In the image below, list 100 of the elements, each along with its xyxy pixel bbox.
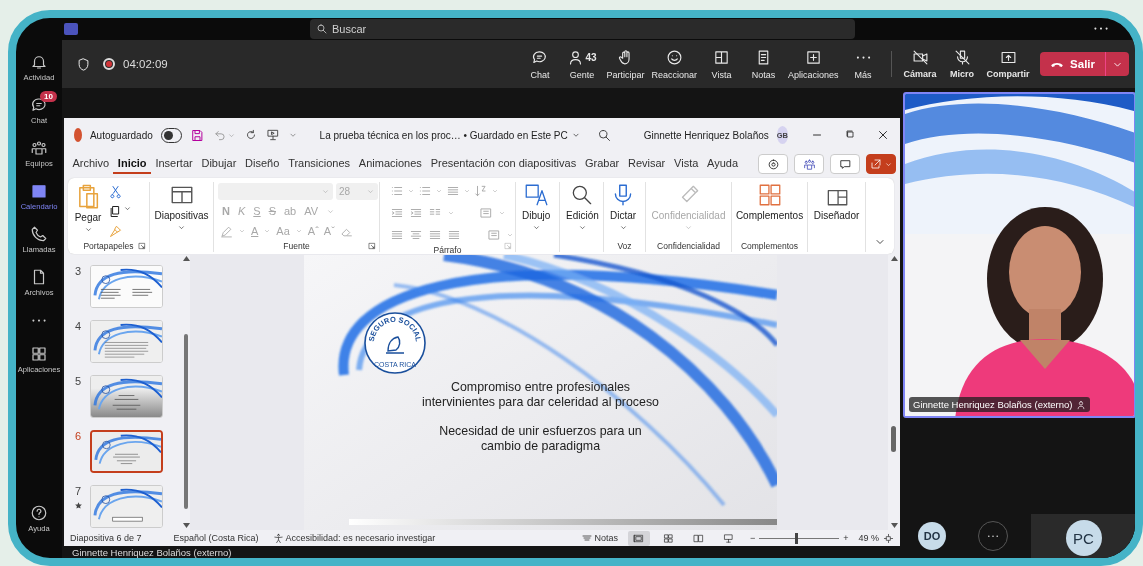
participant-avatar[interactable]: DO: [918, 522, 946, 550]
user-name: Ginnette Henriquez Bolaños: [643, 129, 769, 141]
notes-button[interactable]: Notas: [581, 532, 618, 544]
accessibility-status[interactable]: Accesibilidad: es necesario investigar: [285, 533, 436, 543]
caret-icon: [435, 187, 443, 195]
present-icon[interactable]: [265, 128, 280, 142]
designer-button[interactable]: Diseñador: [812, 182, 861, 221]
increase-indent-icon: [409, 206, 423, 220]
comments-button[interactable]: [830, 154, 860, 174]
group-label: Párrafo: [433, 244, 462, 256]
activity-icon: [30, 53, 48, 71]
ribbon-tab[interactable]: Revisar: [623, 154, 670, 174]
caret-icon: [531, 223, 541, 232]
more-button[interactable]: Más: [843, 48, 884, 80]
group-label: Voz: [617, 240, 632, 252]
ribbon-tab[interactable]: Grabar: [580, 154, 624, 174]
zoom-in-button[interactable]: +: [843, 533, 849, 543]
add-ins-button[interactable]: Complementos: [736, 182, 803, 221]
camera-button[interactable]: Cámara: [900, 49, 941, 79]
normal-view-icon: [633, 532, 645, 544]
participant-tile[interactable]: PC: [1031, 514, 1135, 558]
meeting-button[interactable]: [794, 154, 824, 174]
drawing-button[interactable]: Dibujo: [520, 182, 553, 232]
ribbon-tab[interactable]: Inicio: [113, 154, 151, 174]
participant-avatar: PC: [1065, 520, 1102, 556]
slide-sorter-icon: [663, 532, 675, 544]
slide-counter: Diapositiva 6 de 7: [70, 533, 142, 543]
record-button[interactable]: [758, 154, 788, 174]
chat-button[interactable]: Chat: [519, 48, 560, 80]
zoom-slider-thumb[interactable]: [795, 532, 799, 544]
caret-icon: [491, 187, 499, 195]
scroll-down-icon[interactable]: [182, 523, 190, 528]
ribbon-tab[interactable]: Insertar: [151, 154, 198, 174]
react-button[interactable]: Reaccionar: [649, 48, 700, 80]
justify-icon: [447, 228, 461, 242]
language-label[interactable]: Español (Costa Rica): [173, 533, 259, 543]
fit-slide-icon[interactable]: [883, 532, 894, 544]
ribbon-tab[interactable]: Animaciones: [354, 154, 427, 174]
view-button[interactable]: Vista: [701, 48, 742, 80]
editing-button[interactable]: Edición: [564, 182, 601, 232]
help-icon: [30, 504, 48, 522]
more-icon[interactable]: [1093, 27, 1109, 31]
scissors-icon[interactable]: [108, 184, 123, 199]
app-logo-icon: [64, 23, 78, 35]
decrease-indent-icon: [390, 206, 404, 220]
caret-icon: [177, 223, 186, 232]
zoom-out-button[interactable]: −: [749, 533, 756, 543]
ribbon-tab[interactable]: Vista: [669, 154, 703, 174]
ribbon-tab[interactable]: Ayuda: [702, 154, 743, 174]
line-spacing-icon: [446, 184, 460, 198]
scroll-up-icon[interactable]: [890, 256, 898, 261]
zoom-level[interactable]: 49 %: [858, 533, 879, 543]
share-button[interactable]: [866, 154, 896, 174]
scroll-down-icon[interactable]: [890, 523, 898, 528]
ribbon-tab[interactable]: Diseño: [240, 154, 284, 174]
slides-button[interactable]: Diapositivas: [152, 182, 211, 232]
close-icon[interactable]: [876, 128, 890, 142]
ribbon-tab[interactable]: Dibujar: [197, 154, 241, 174]
caret-icon: [263, 227, 272, 235]
caret-icon: [407, 187, 415, 195]
meeting-timer: 04:02:09: [123, 58, 168, 70]
ribbon-tab[interactable]: Archivo: [68, 154, 114, 174]
restore-icon[interactable]: [844, 128, 856, 140]
calendar-icon: [30, 182, 48, 200]
leave-button[interactable]: Salir: [1040, 52, 1129, 76]
more-icon[interactable]: [31, 319, 47, 323]
people-button[interactable]: 43 Gente: [561, 48, 602, 80]
comment-icon: [838, 157, 852, 171]
launcher-icon[interactable]: [368, 242, 376, 250]
accessibility-icon: [272, 532, 284, 544]
search-field[interactable]: Buscar: [310, 19, 855, 39]
slide-thumbnail[interactable]: [90, 430, 163, 473]
apps-button[interactable]: Aplicaciones: [785, 48, 842, 80]
share-button[interactable]: Compartir: [984, 49, 1033, 79]
search-icon[interactable]: [596, 127, 612, 143]
raise-hand-button[interactable]: Participar: [603, 48, 647, 80]
dictate-button[interactable]: Dictar: [608, 182, 639, 232]
paste-button[interactable]: Pegar: [72, 182, 104, 234]
normal-view-button[interactable]: [627, 530, 650, 546]
shield-icon: [76, 56, 91, 72]
scrollbar-thumb[interactable]: [184, 334, 188, 509]
smile-icon: [665, 49, 683, 66]
ribbon-tab[interactable]: Presentación con diapositivas: [426, 154, 581, 174]
scrollbar-thumb[interactable]: [891, 426, 896, 452]
slide-number: 4: [74, 320, 82, 332]
save-icon[interactable]: [189, 127, 205, 143]
ribbon-tab[interactable]: Transiciones: [283, 154, 355, 174]
caret-icon: [506, 231, 514, 239]
bullets-icon: [390, 184, 404, 198]
participant-name: Ginnette Henriquez Bolaños (externo): [72, 547, 232, 558]
mic-button[interactable]: Micro: [942, 49, 983, 79]
people-icon: [802, 157, 816, 171]
notes-button[interactable]: Notas: [743, 48, 784, 80]
share-icon: [869, 158, 882, 170]
slide-number: 3: [74, 265, 82, 277]
caret-icon: [238, 227, 246, 235]
caret-icon: [684, 223, 693, 232]
scroll-up-icon[interactable]: [182, 256, 190, 261]
launcher-icon[interactable]: [138, 242, 146, 250]
document-title[interactable]: La prueba técnica en los proc… • Guardado en Este PC: [319, 129, 581, 141]
